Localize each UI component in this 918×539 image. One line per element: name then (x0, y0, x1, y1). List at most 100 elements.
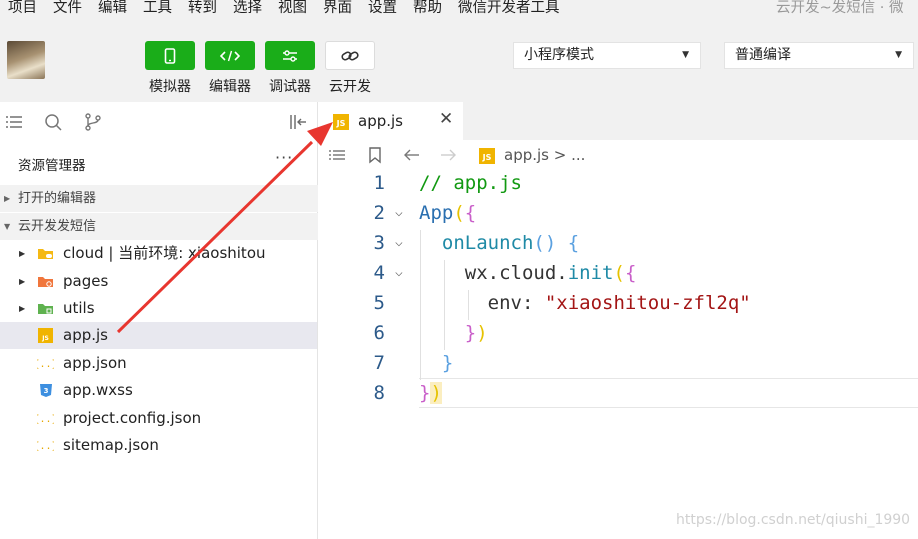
compile-select[interactable]: 普通编译 ▼ (724, 42, 914, 69)
bookmark-icon[interactable] (367, 146, 383, 164)
caret-down-icon: ▼ (682, 50, 689, 60)
list-icon[interactable] (4, 112, 24, 132)
mode-select[interactable]: 小程序模式 ▼ (513, 42, 701, 69)
explorer-title: 资源管理器 (18, 158, 86, 174)
menu-interface[interactable]: 界面 (323, 0, 352, 17)
tree-item-label: app.wxss (63, 381, 133, 399)
avatar[interactable] (7, 41, 45, 79)
simulator-button[interactable] (145, 41, 195, 70)
line-number: 3 (373, 232, 385, 254)
menu-goto[interactable]: 转到 (188, 0, 217, 17)
code-editor[interactable]: 1 // app.js 2 ⌵ App({ 3 ⌵ onLaunch() { 4… (319, 170, 918, 539)
debugger-label: 调试器 (269, 79, 311, 95)
editor-label: 编辑器 (209, 79, 251, 95)
js-file-icon: JS (479, 148, 495, 164)
tree-item-label: app.json (63, 354, 127, 372)
tree-item-cloud[interactable]: ▶ cloud | 当前环境: xiaoshitou (0, 240, 317, 267)
line-number: 5 (373, 292, 385, 314)
project-label: 云开发发短信 (18, 219, 97, 234)
window-title: 云开发~发短信 · 微 (776, 0, 904, 16)
menu-edit[interactable]: 编辑 (98, 0, 127, 17)
toolbar: 模拟器 编辑器 调试器 云开发 小程序模式 ▼ 普通编译 ▼ (0, 20, 918, 102)
code-token: App (419, 202, 454, 224)
fold-chevron-icon[interactable]: ⌵ (395, 198, 403, 228)
code-line: 3 ⌵ onLaunch() { (319, 228, 918, 258)
chevron-right-icon: ▶ (19, 249, 26, 258)
menu-file[interactable]: 文件 (53, 0, 82, 17)
arrow-forward-icon[interactable] (439, 146, 457, 164)
utils-folder-icon (38, 304, 53, 314)
watermark: https://blog.csdn.net/qiushi_1990 (676, 512, 911, 528)
project-section[interactable]: ▼ 云开发发短信 (0, 213, 318, 240)
json-file-icon: {..} (37, 359, 54, 370)
pages-folder-icon (38, 277, 53, 287)
fold-chevron-icon[interactable]: ⌵ (395, 228, 403, 258)
collapse-sidebar-icon[interactable] (288, 112, 308, 132)
menu-project[interactable]: 项目 (8, 0, 37, 17)
debugger-button[interactable] (265, 41, 315, 70)
cloud-dev-button[interactable] (325, 41, 375, 70)
mode-select-value: 小程序模式 (524, 47, 594, 63)
menu-select[interactable]: 选择 (233, 0, 262, 17)
svg-text:JS: JS (41, 335, 49, 342)
line-number: 2 (373, 202, 385, 224)
tree-item-utils[interactable]: ▶ utils (0, 295, 317, 322)
svg-text:{..}: {..} (37, 441, 54, 452)
code-token: onLaunch (441, 232, 534, 254)
tree-item-project-config[interactable]: {..} project.config.json (0, 405, 317, 432)
code-token: } (419, 382, 431, 404)
code-icon (220, 50, 240, 61)
chevron-down-icon: ▼ (4, 222, 11, 231)
open-editors-label: 打开的编辑器 (18, 191, 97, 206)
code-line: 7 } (319, 348, 918, 378)
code-token: init (567, 262, 614, 284)
code-token: ) (476, 322, 488, 344)
tree-item-pages[interactable]: ▶ pages (0, 268, 317, 295)
cloud-folder-icon (38, 249, 53, 259)
breadcrumb-path[interactable]: app.js > ... (504, 146, 585, 164)
tree-item-label: cloud | 当前环境: xiaoshitou (63, 244, 266, 262)
tree-item-app-js[interactable]: JS app.js (0, 322, 317, 349)
code-token: env: (487, 292, 545, 314)
arrow-back-icon[interactable] (403, 146, 421, 164)
git-branch-icon[interactable] (83, 112, 103, 132)
open-editors-section[interactable]: ▶ 打开的编辑器 (0, 185, 318, 212)
tree-item-label: sitemap.json (63, 436, 159, 454)
chevron-right-icon: ▶ (4, 194, 11, 203)
sidebar: 资源管理器 ··· ▶ 打开的编辑器 ▼ 云开发发短信 ▶ cloud | 当前… (0, 102, 318, 539)
code-token: } (441, 352, 454, 374)
menu-devtools[interactable]: 微信开发者工具 (458, 0, 560, 17)
code-token: { (464, 202, 477, 224)
chevron-right-icon: ▶ (19, 304, 26, 313)
tab-app-js[interactable]: JS app.js ✕ (319, 102, 463, 140)
outline-list-icon[interactable] (327, 146, 347, 164)
tree-item-sitemap[interactable]: {..} sitemap.json (0, 432, 317, 459)
json-file-icon: {..} (37, 414, 54, 425)
simulator-label: 模拟器 (149, 79, 191, 95)
menu-tools[interactable]: 工具 (143, 0, 172, 17)
chevron-right-icon: ▶ (19, 277, 26, 286)
line-number: 7 (373, 352, 385, 374)
tree-item-label: utils (63, 299, 95, 317)
json-file-icon: {..} (37, 441, 54, 452)
menu-help[interactable]: 帮助 (413, 0, 442, 17)
code-token: { (624, 262, 637, 284)
search-icon[interactable] (43, 112, 63, 132)
code-token: ( (613, 262, 625, 284)
tree-item-app-json[interactable]: {..} app.json (0, 350, 317, 377)
code-token: ) (430, 382, 442, 404)
close-icon[interactable]: ✕ (439, 109, 453, 129)
fold-chevron-icon[interactable]: ⌵ (395, 258, 403, 288)
js-file-icon: JS (38, 328, 53, 343)
code-line: 8 }) (319, 378, 918, 408)
menu-settings[interactable]: 设置 (368, 0, 397, 17)
more-options-icon[interactable]: ··· (275, 148, 293, 167)
tree-item-app-wxss[interactable]: 3 app.wxss (0, 377, 317, 404)
svg-text:{..}: {..} (37, 414, 54, 425)
tree-item-label: project.config.json (63, 409, 202, 427)
line-number: 6 (373, 322, 385, 344)
editor-button[interactable] (205, 41, 255, 70)
menu-bar: 项目 文件 编辑 工具 转到 选择 视图 界面 设置 帮助 微信开发者工具 云开… (0, 0, 918, 20)
menu-view[interactable]: 视图 (278, 0, 307, 17)
code-comment: // app.js (419, 172, 522, 194)
